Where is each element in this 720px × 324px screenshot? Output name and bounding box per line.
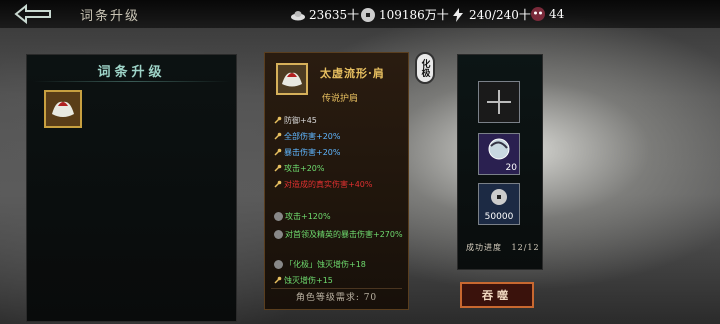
stat-text: 「化极」蚀灭增伤+18 <box>285 260 366 269</box>
progress-label: 成功进度 <box>466 243 502 252</box>
lightning-icon <box>453 7 463 22</box>
stat-text: 攻击+120% <box>285 212 331 221</box>
material-item-slot[interactable]: 20 <box>478 133 520 175</box>
plus-icon <box>487 90 511 114</box>
key-icon <box>274 148 282 156</box>
copper-coin-icon <box>491 189 507 205</box>
item-type: 传说护肩 <box>322 94 359 104</box>
material-panel: 20 50000 成功进度 12/12 <box>457 54 543 270</box>
stat-text: 对造成的真实伤害+40% <box>284 180 373 189</box>
upgrade-list-panel: 词条升级 <box>26 54 237 322</box>
key-icon <box>274 164 282 172</box>
item-icon <box>276 63 308 95</box>
progress-value: 12/12 <box>511 243 540 252</box>
add-material-slot[interactable] <box>478 81 520 123</box>
key-icon <box>274 132 282 140</box>
tier-badge: 化极 <box>415 52 435 84</box>
upgrade-list-title: 词条升级 <box>97 65 166 80</box>
coin-cost-slot: 50000 <box>478 183 520 225</box>
devour-button[interactable]: 吞噬 <box>460 282 534 308</box>
circle-icon <box>274 212 283 221</box>
material-count: 20 <box>505 163 517 173</box>
stat-text: 蚀灭增伤+15 <box>284 276 333 285</box>
stat-row: 全部伤害+20% <box>274 131 404 142</box>
stamina-resource: 240/240十 <box>450 6 531 23</box>
stat-row: 对首领及精英的暴击伤害+270% <box>274 229 404 240</box>
stamina-value: 240/240十 <box>469 8 531 22</box>
coin-resource: 109186万十 <box>360 6 449 23</box>
level-requirement: 角色等级需求: 70 <box>295 293 378 303</box>
shoulder-armor-icon <box>282 72 302 87</box>
stat-row: 「化极」蚀灭增伤+18 <box>274 259 404 270</box>
equipment-slot[interactable] <box>44 90 82 128</box>
stat-row: 攻击+20% <box>274 163 404 174</box>
copper-coin-icon <box>361 7 375 22</box>
stat-text: 攻击+20% <box>284 164 325 173</box>
circle-icon <box>274 260 283 269</box>
stat-row: 蚀灭增伤+15 <box>274 275 404 286</box>
stat-text: 全部伤害+20% <box>284 132 341 141</box>
stat-row: 防御+45 <box>274 115 404 126</box>
stat-row: 暴击伤害+20% <box>274 147 404 158</box>
coin-cost: 50000 <box>484 212 514 222</box>
silver-ingot-icon <box>291 10 305 20</box>
mask-value: 44 <box>549 7 565 21</box>
key-icon <box>274 116 282 124</box>
demon-mask-icon <box>531 7 545 21</box>
divider <box>271 288 402 289</box>
stat-row: 攻击+120% <box>274 211 404 222</box>
stat-text: 暴击伤害+20% <box>284 148 341 157</box>
divider <box>33 81 230 82</box>
stat-text: 防御+45 <box>284 116 317 125</box>
key-icon <box>274 180 282 188</box>
key-icon <box>274 276 282 284</box>
silver-resource: 23635十 <box>290 6 359 23</box>
jade-orb-icon <box>488 138 510 160</box>
stat-row: 对造成的真实伤害+40% <box>274 179 404 190</box>
item-detail-card: 太虚流形·肩 传说护肩 防御+45 全部伤害+20% 暴击伤害+20% 攻击+20% 对… <box>264 52 409 310</box>
shoulder-armor-icon <box>46 92 80 126</box>
item-name: 太虚流形·肩 <box>320 67 385 80</box>
top-bar: 词条升级 23635十 109186万十 240/240十 44 <box>0 0 720 28</box>
coin-value: 109186万十 <box>379 8 449 22</box>
stat-text: 对首领及精英的暴击伤害+270% <box>285 230 403 239</box>
success-progress: 成功进度 12/12 <box>466 242 540 253</box>
mask-resource: 44 <box>530 6 564 22</box>
silver-value: 23635十 <box>309 8 360 22</box>
back-arrow-icon[interactable] <box>14 3 54 25</box>
page-title: 词条升级 <box>80 9 141 24</box>
circle-icon <box>274 230 283 239</box>
